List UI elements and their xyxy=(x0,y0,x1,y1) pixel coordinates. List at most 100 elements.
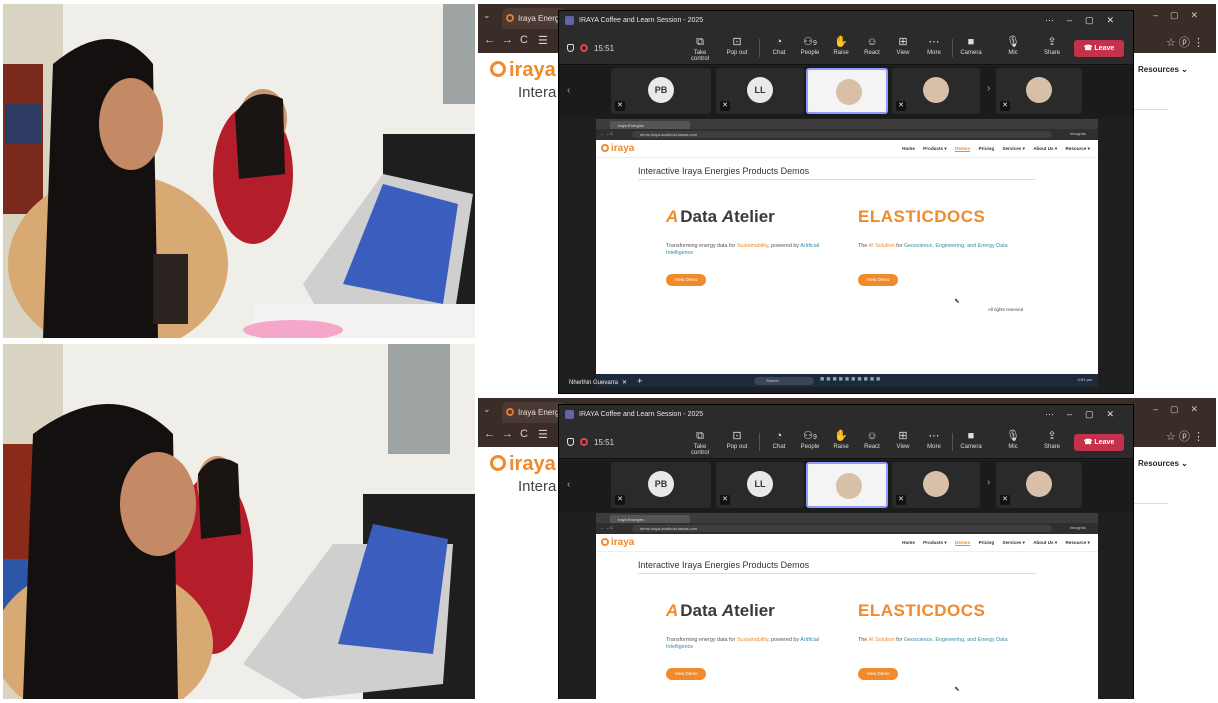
participant-tile[interactable]: ✕ xyxy=(996,68,1082,114)
camera-button[interactable]: ■ Camera xyxy=(955,34,987,56)
strip-next-icon[interactable]: › xyxy=(987,83,990,94)
participant-tile[interactable]: LL ✕ xyxy=(716,68,804,114)
reload-icon[interactable]: C xyxy=(520,428,528,440)
people-button[interactable]: ⚇9 People xyxy=(794,34,826,56)
raise-hand-button[interactable]: ✋ Raise xyxy=(825,428,857,450)
tab-list-chevron-icon[interactable]: ⌄ xyxy=(483,404,491,415)
participant-tile[interactable]: ‹ PB ✕ xyxy=(567,68,711,114)
data-atelier-logo: A Data Atelier xyxy=(666,601,775,620)
host-right-icons[interactable]: ☆ ⓟ ⋮ xyxy=(1166,428,1204,444)
camera-button[interactable]: ■ Camera xyxy=(955,428,987,450)
taskbar-app-icons[interactable]: ■■■■■■■■■■ xyxy=(820,376,882,383)
share-button[interactable]: ⇪ Share xyxy=(1036,428,1068,450)
menu-about[interactable]: About Us ▾ xyxy=(1033,146,1057,151)
site-settings-icon[interactable]: ☰ xyxy=(538,428,548,441)
mic-off-icon: ✕ xyxy=(615,495,625,505)
forward-arrow-icon[interactable]: → xyxy=(502,34,513,46)
leave-button[interactable]: ☎ Leave xyxy=(1074,40,1124,57)
shared-url[interactable]: demo.iraya.localhost.tassta.com xyxy=(632,525,1052,532)
reload-icon[interactable]: C xyxy=(520,34,528,46)
strip-prev-icon[interactable]: ‹ xyxy=(567,479,570,490)
share-button[interactable]: ⇪ Share xyxy=(1036,34,1068,56)
host-iraya-logo[interactable]: iraya xyxy=(490,59,556,82)
host-right-icons[interactable]: ☆ ⓟ ⋮ xyxy=(1166,34,1204,50)
elasticdocs-description: The AI Solution for Geoscience, Engineer… xyxy=(858,637,1008,643)
strip-next-icon[interactable]: › xyxy=(987,477,990,488)
shared-tab[interactable]: Iraya Energies xyxy=(610,515,690,523)
react-icon: ☺ xyxy=(866,36,878,48)
menu-pricing[interactable]: Pricing xyxy=(979,540,995,545)
tab-list-chevron-icon[interactable]: ⌄ xyxy=(483,10,491,21)
teams-window-controls[interactable]: ⋯–▢✕ xyxy=(1045,409,1127,420)
take-control-button[interactable]: ⧉ Take control xyxy=(684,34,716,62)
shared-iraya-logo[interactable]: iraya xyxy=(601,143,634,154)
menu-about[interactable]: About Us ▾ xyxy=(1033,540,1057,545)
strip-prev-icon[interactable]: ‹ xyxy=(567,85,570,96)
view-demo-elasticdocs-button[interactable]: View Demo xyxy=(858,668,898,680)
heading-divider xyxy=(638,179,1036,180)
chat-button[interactable]: ◔ Chat xyxy=(763,428,795,450)
host-heading-fragment: Intera xyxy=(518,478,557,495)
take-control-button[interactable]: ⧉ Take control xyxy=(684,428,716,456)
host-nav-resources[interactable]: Resources ⌄ xyxy=(1138,459,1188,468)
pop-out-icon: ⊡ xyxy=(732,36,742,48)
shared-iraya-logo[interactable]: iraya xyxy=(601,537,634,548)
site-settings-icon[interactable]: ☰ xyxy=(538,34,548,47)
participant-tile-speaking[interactable] xyxy=(806,68,888,114)
menu-products[interactable]: Products ▾ xyxy=(923,146,947,151)
menu-home[interactable]: Home xyxy=(902,540,915,545)
people-button[interactable]: ⚇9 People xyxy=(794,428,826,450)
teams-window-controls[interactable]: ⋯–▢✕ xyxy=(1045,15,1127,26)
participant-tile[interactable]: LL ✕ xyxy=(716,462,804,508)
forward-arrow-icon[interactable]: → xyxy=(502,428,513,440)
mic-button[interactable]: 🎙 Mic xyxy=(997,34,1029,56)
menu-home[interactable]: Home xyxy=(902,146,915,151)
host-window-controls[interactable]: –▢✕ xyxy=(1153,404,1210,415)
photo-participants-top xyxy=(3,4,475,338)
host-browser-tab[interactable]: Iraya Energies | xyxy=(502,8,566,29)
back-arrow-icon[interactable]: ← xyxy=(484,34,495,46)
add-icon[interactable]: + xyxy=(637,376,642,386)
host-nav-resources[interactable]: Resources ⌄ xyxy=(1138,65,1188,74)
menu-demos[interactable]: Demos xyxy=(955,146,970,151)
view-demo-data-atelier-button[interactable]: View Demo xyxy=(666,668,706,680)
shared-nav-icons[interactable]: ← → C xyxy=(600,525,613,530)
mic-button[interactable]: 🎙 Mic xyxy=(997,428,1029,450)
menu-resource[interactable]: Resource ▾ xyxy=(1065,146,1090,151)
host-iraya-logo[interactable]: iraya xyxy=(490,453,556,476)
view-demo-data-atelier-button[interactable]: View Demo xyxy=(666,274,706,286)
participant-tile-speaking[interactable] xyxy=(806,462,888,508)
pop-out-button[interactable]: ⊡ Pop out xyxy=(721,34,753,56)
shield-icon xyxy=(567,44,574,52)
view-button[interactable]: ⊞ View xyxy=(887,34,919,56)
host-browser-tab[interactable]: Iraya Energies | xyxy=(502,402,566,423)
view-button[interactable]: ⊞ View xyxy=(887,428,919,450)
leave-button[interactable]: ☎ Leave xyxy=(1074,434,1124,451)
participant-tile[interactable]: ✕ xyxy=(996,462,1082,508)
raise-hand-button[interactable]: ✋ Raise xyxy=(825,34,857,56)
more-button[interactable]: ⋯ More xyxy=(918,34,950,56)
taskbar-search[interactable]: Search xyxy=(754,377,814,385)
view-demo-elasticdocs-button[interactable]: View Demo xyxy=(858,274,898,286)
react-button[interactable]: ☺ React xyxy=(856,34,888,56)
menu-resource[interactable]: Resource ▾ xyxy=(1065,540,1090,545)
host-window-controls[interactable]: –▢✕ xyxy=(1153,10,1210,21)
mic-off-icon: ✕ xyxy=(615,101,625,111)
pop-out-button[interactable]: ⊡ Pop out xyxy=(721,428,753,450)
screenshot-top: ⌄ Iraya Energies | –▢✕ ← → C ☰ ☆ ⓟ ⋮ ira… xyxy=(478,4,1216,394)
menu-pricing[interactable]: Pricing xyxy=(979,146,995,151)
participant-tile[interactable]: ✕ xyxy=(892,462,980,508)
more-button[interactable]: ⋯ More xyxy=(918,428,950,450)
menu-services[interactable]: Services ▾ xyxy=(1002,146,1024,151)
participant-tile[interactable]: ‹ PB ✕ xyxy=(567,462,711,508)
menu-demos[interactable]: Demos xyxy=(955,540,970,545)
back-arrow-icon[interactable]: ← xyxy=(484,428,495,440)
react-button[interactable]: ☺ React xyxy=(856,428,888,450)
shared-url[interactable]: demo.iraya.localhost.tassta.com xyxy=(632,131,1052,138)
menu-products[interactable]: Products ▾ xyxy=(923,540,947,545)
participant-tile[interactable]: ✕ xyxy=(892,68,980,114)
menu-services[interactable]: Services ▾ xyxy=(1002,540,1024,545)
shared-tab[interactable]: Iraya Energies xyxy=(610,121,690,129)
shared-nav-icons[interactable]: ← → C xyxy=(600,131,613,136)
chat-button[interactable]: ◔ Chat xyxy=(763,34,795,56)
